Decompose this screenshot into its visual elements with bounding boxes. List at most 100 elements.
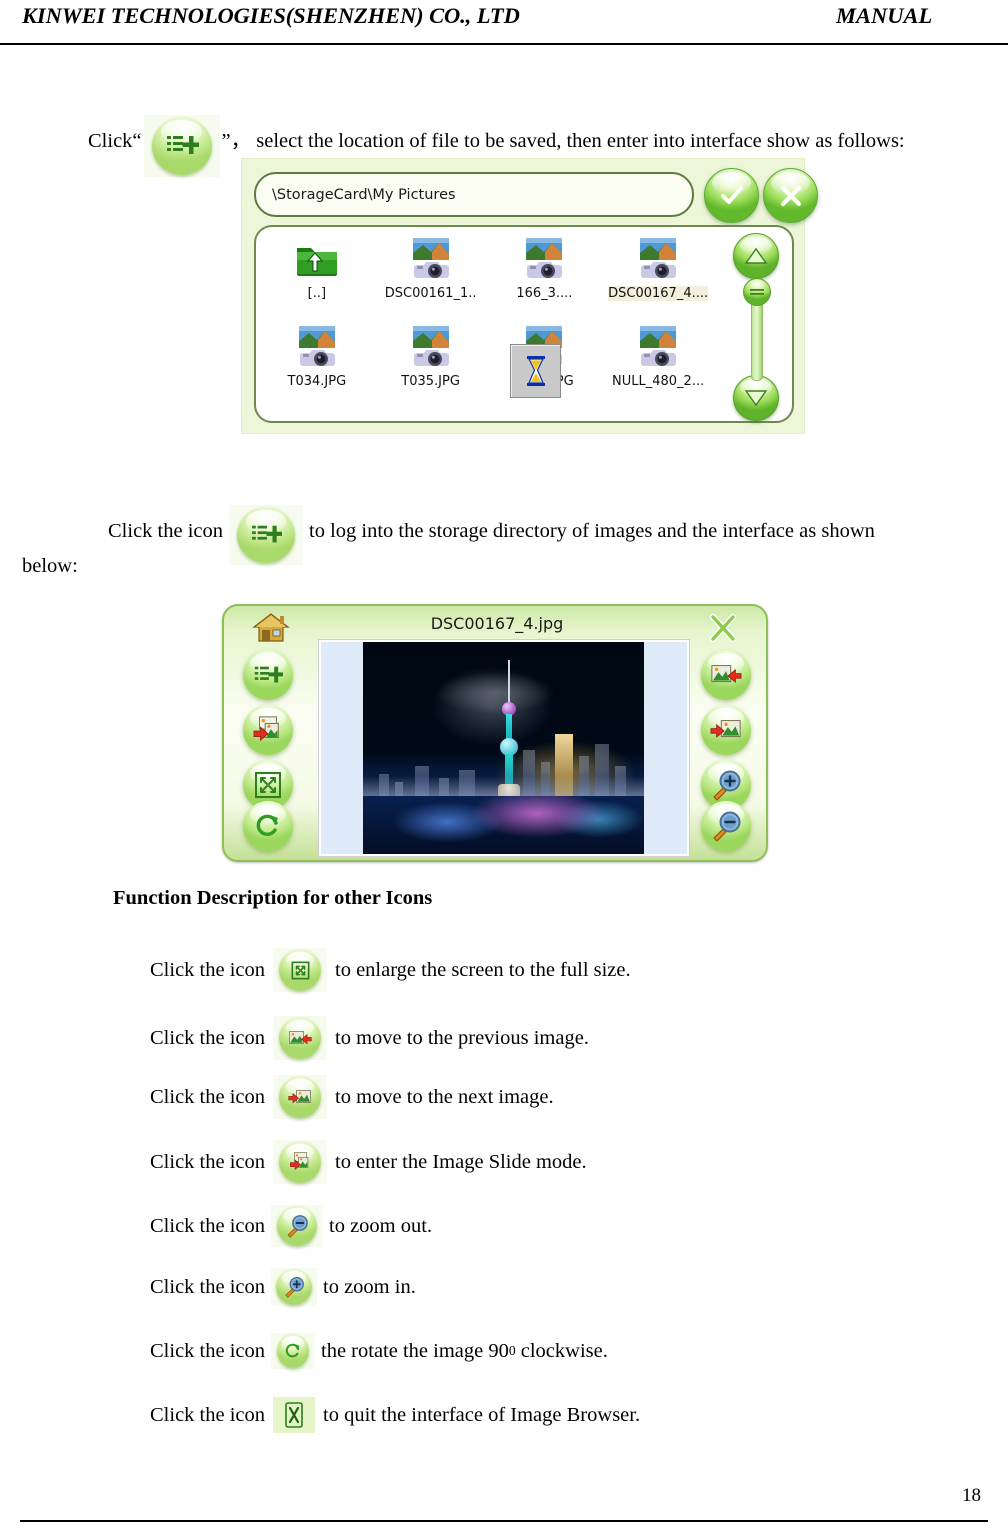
list-item-label: T034.JPG: [287, 374, 347, 389]
image-file-icon: [635, 235, 681, 281]
list-item[interactable]: DSC00161_1..: [374, 235, 488, 323]
close-x-icon[interactable]: [706, 611, 740, 645]
list-item-label: T035.JPG: [401, 374, 460, 389]
list-item[interactable]: T034.JPG: [260, 323, 374, 411]
function-row-rotate: Click the icon the rotate the image 90 0 …: [150, 1333, 608, 1369]
intro-text-pre: Click“: [88, 130, 142, 152]
image-file-icon: [294, 323, 340, 369]
function-row-fullscreen: Click the icon to enlarge the screen to …: [150, 948, 631, 992]
function-row-post: to enlarge the screen to the full size.: [335, 958, 631, 981]
page-number: 18: [962, 1485, 981, 1506]
hourglass-icon: [526, 356, 545, 386]
list-item-label: NULL_480_2...: [612, 374, 705, 389]
list-item[interactable]: [..]: [260, 235, 374, 323]
list-item[interactable]: NULL_480_2...: [601, 323, 715, 411]
chevron-up-icon: [744, 247, 768, 264]
function-row-pre: Click the icon: [150, 1026, 266, 1049]
image-file-icon: [408, 323, 454, 369]
function-row-pre: Click the icon: [150, 1150, 266, 1173]
image-file-icon: [408, 235, 454, 281]
path-input[interactable]: \StorageCard\My Pictures: [254, 172, 694, 217]
path-value: \StorageCard\My Pictures: [272, 186, 456, 203]
file-grid: [..] DSC00161_1.. 166_3.... DSC00167_4..…: [260, 235, 715, 411]
list-item-label: DSC00161_1..: [384, 286, 477, 301]
x-box-icon: [285, 1402, 303, 1428]
header-doc-type: MANUAL: [836, 3, 933, 28]
next-image-icon[interactable]: [701, 705, 751, 755]
function-row-pre: Click the icon: [150, 1339, 266, 1362]
function-row-superscript: 0: [508, 1343, 516, 1358]
scroll-up-button[interactable]: [733, 233, 779, 279]
list-item-label: [..]: [307, 286, 327, 301]
grip-lines-icon: [750, 289, 764, 295]
second-paragraph: Click the icon to log into the storage d: [108, 505, 875, 565]
quit-x-icon: [273, 1397, 316, 1433]
previous-image-icon[interactable]: [701, 650, 751, 700]
footer-divider: [20, 1520, 988, 1522]
slideshow-icon: [273, 1140, 328, 1184]
second-text-pre: Click the icon: [108, 520, 224, 542]
function-row-post-a: the rotate the image 90: [321, 1339, 509, 1362]
viewer-title: DSC00167_4.jpg: [430, 614, 564, 633]
close-x-icon: [780, 185, 801, 206]
list-item[interactable]: 166_3....: [488, 235, 602, 323]
function-row-slideshow: Click the icon to enter the Image Slide …: [150, 1140, 587, 1184]
ok-check-button[interactable]: [704, 168, 759, 223]
zoom-in-icon: [271, 1268, 318, 1306]
function-row-quit: Click the icon to quit the interface of …: [150, 1397, 640, 1433]
scroll-down-button[interactable]: [733, 375, 779, 421]
home-icon[interactable]: [252, 612, 290, 644]
list-item-label-selected: DSC00167_4....: [608, 286, 709, 301]
image-file-icon: [521, 235, 567, 281]
header-company-name: KINWEI TECHNOLOGIES(SHENZHEN) CO., LTD: [22, 3, 520, 28]
cancel-button[interactable]: [763, 168, 818, 223]
file-list-add-icon: [229, 505, 304, 565]
function-row-post: to enter the Image Slide mode.: [335, 1150, 587, 1173]
function-row-previous-image: Click the icon to move to the previous i…: [150, 1016, 589, 1060]
scrollbar-thumb[interactable]: [743, 278, 771, 306]
next-image-icon: [273, 1075, 328, 1119]
function-row-post: to quit the interface of Image Browser.: [323, 1403, 641, 1426]
function-row-post: to zoom in.: [323, 1275, 416, 1298]
zoom-out-icon[interactable]: [701, 801, 751, 851]
function-row-post: to move to the next image.: [335, 1085, 554, 1108]
second-text-post: to log into the storage directory of ima…: [309, 520, 875, 542]
photo-frame: [318, 639, 690, 857]
list-item[interactable]: DSC00167_4....: [601, 235, 715, 323]
previous-image-icon: [273, 1016, 328, 1060]
parent-folder-icon: [294, 235, 340, 281]
function-row-pre: Click the icon: [150, 1403, 266, 1426]
function-row-post-b: clockwise.: [520, 1339, 608, 1362]
function-row-pre: Click the icon: [150, 1214, 266, 1237]
rotate-clockwise-icon[interactable]: [243, 801, 293, 851]
rotate-clockwise-icon: [271, 1333, 316, 1369]
check-icon: [720, 185, 743, 204]
function-description-heading: Function Description for other Icons: [113, 887, 433, 909]
file-list-panel[interactable]: [..] DSC00161_1.. 166_3.... DSC00167_4..…: [254, 225, 794, 423]
list-item[interactable]: T035.JPG: [374, 323, 488, 411]
slideshow-icon[interactable]: [243, 705, 293, 755]
second-paragraph-tail: below:: [22, 555, 78, 577]
list-item-label: 166_3....: [516, 286, 573, 301]
function-row-post: to zoom out.: [329, 1214, 433, 1237]
header-divider: [0, 43, 1008, 45]
image-file-icon: [635, 323, 681, 369]
function-row-pre: Click the icon: [150, 1275, 266, 1298]
page-header: KINWEI TECHNOLOGIES(SHENZHEN) CO., LTD M…: [0, 0, 1008, 45]
photo-shanghai-skyline-night: [363, 642, 644, 854]
vertical-scrollbar[interactable]: [726, 233, 784, 421]
file-list-add-icon: [143, 115, 220, 177]
function-row-zoom-in: Click the icon to zoom in.: [150, 1268, 416, 1306]
chevron-down-icon: [744, 390, 768, 407]
file-list-add-icon[interactable]: [243, 650, 293, 700]
function-row-pre: Click the icon: [150, 1085, 266, 1108]
photo-canvas: [321, 642, 687, 854]
image-viewer-screenshot: DSC00167_4.jpg: [222, 604, 768, 862]
fullscreen-icon: [273, 948, 328, 992]
function-row-post: to move to the previous image.: [335, 1026, 589, 1049]
zoom-out-icon: [271, 1205, 324, 1247]
function-row-next-image: Click the icon to move to the next image…: [150, 1075, 554, 1119]
function-row-pre: Click the icon: [150, 958, 266, 981]
intro-text-post: ”， select the location of file to be sav…: [221, 130, 905, 152]
hourglass-busy-cursor: [510, 344, 561, 398]
